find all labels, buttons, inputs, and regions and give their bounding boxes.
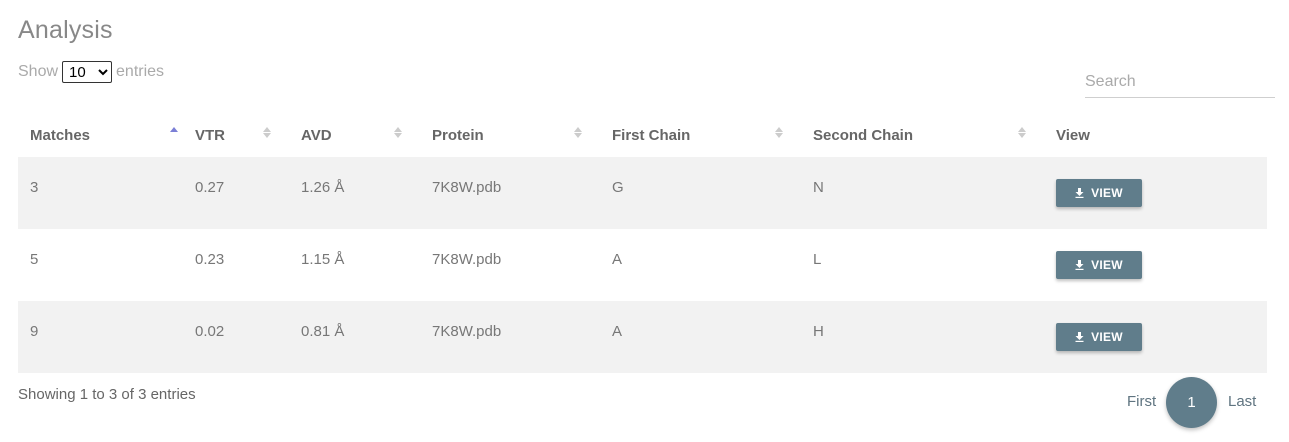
column-label: Protein bbox=[432, 127, 484, 144]
cell-view: VIEW bbox=[1044, 301, 1267, 373]
cell-matches: 5 bbox=[30, 251, 39, 268]
cell-second-chain: H bbox=[813, 323, 824, 340]
column-header-vtr[interactable]: VTR bbox=[183, 114, 289, 157]
search-input[interactable] bbox=[1085, 66, 1275, 98]
column-label: AVD bbox=[301, 127, 332, 144]
column-label: VTR bbox=[195, 127, 225, 144]
sort-arrows-icon bbox=[1018, 127, 1026, 138]
cell-protein: 7K8W.pdb bbox=[432, 251, 502, 268]
entries-label: entries bbox=[116, 63, 165, 80]
cell-vtr: 0.23 bbox=[195, 251, 225, 268]
pagination-page-1[interactable]: 1 bbox=[1166, 377, 1217, 428]
column-header-view: View bbox=[1056, 127, 1090, 144]
view-button-label: VIEW bbox=[1091, 330, 1123, 344]
cell-avd: 0.81 Å bbox=[301, 323, 345, 340]
cell-second-chain: N bbox=[813, 179, 824, 196]
cell-avd: 1.15 Å bbox=[301, 251, 345, 268]
entries-per-page-select[interactable]: 10 bbox=[62, 61, 113, 83]
cell-protein: 7K8W.pdb bbox=[432, 323, 502, 340]
cell-first-chain: A bbox=[612, 323, 623, 340]
page-title: Analysis bbox=[18, 16, 113, 44]
pagination-last-link[interactable]: Last bbox=[1228, 393, 1256, 410]
cell-view: VIEW bbox=[1044, 229, 1267, 301]
cell-first-chain: A bbox=[612, 251, 623, 268]
table-info: Showing 1 to 3 of 3 entries bbox=[18, 386, 196, 403]
table-row: 3 0.27 1.26 Å 7K8W.pdb G N VIEW bbox=[18, 157, 1267, 229]
sort-arrows-icon bbox=[170, 127, 178, 138]
cell-vtr: 0.27 bbox=[195, 179, 225, 196]
column-header-second-chain[interactable]: Second Chain bbox=[801, 114, 1044, 157]
table-header-row: Matches VTR AVD Protein First Chain Seco… bbox=[18, 114, 1267, 157]
column-label: Second Chain bbox=[813, 127, 914, 144]
download-icon bbox=[1075, 260, 1084, 270]
cell-first-chain: G bbox=[612, 179, 624, 196]
table-row: 9 0.02 0.81 Å 7K8W.pdb A H VIEW bbox=[18, 301, 1267, 373]
cell-protein: 7K8W.pdb bbox=[432, 179, 502, 196]
sort-arrows-icon bbox=[775, 127, 783, 138]
view-button[interactable]: VIEW bbox=[1056, 179, 1142, 207]
sort-arrows-icon bbox=[574, 127, 582, 138]
cell-second-chain: L bbox=[813, 251, 822, 268]
view-button-label: VIEW bbox=[1091, 186, 1123, 200]
cell-matches: 3 bbox=[30, 179, 39, 196]
cell-view: VIEW bbox=[1044, 157, 1267, 229]
analysis-table: Matches VTR AVD Protein First Chain Seco… bbox=[18, 114, 1267, 373]
cell-avd: 1.26 Å bbox=[301, 179, 345, 196]
column-header-first-chain[interactable]: First Chain bbox=[600, 114, 801, 157]
column-label: First Chain bbox=[612, 127, 691, 144]
download-icon bbox=[1075, 332, 1084, 342]
entries-length-control: Show 10 entries bbox=[18, 61, 164, 83]
cell-matches: 9 bbox=[30, 323, 39, 340]
column-label: Matches bbox=[30, 127, 91, 144]
cell-vtr: 0.02 bbox=[195, 323, 225, 340]
view-button[interactable]: VIEW bbox=[1056, 251, 1142, 279]
show-label: Show bbox=[18, 63, 59, 80]
table-row: 5 0.23 1.15 Å 7K8W.pdb A L VIEW bbox=[18, 229, 1267, 301]
sort-arrows-icon bbox=[263, 127, 271, 138]
pagination-first-link[interactable]: First bbox=[1127, 393, 1156, 410]
column-header-matches[interactable]: Matches bbox=[18, 114, 183, 157]
view-button[interactable]: VIEW bbox=[1056, 323, 1142, 351]
download-icon bbox=[1075, 188, 1084, 198]
column-header-protein[interactable]: Protein bbox=[420, 114, 600, 157]
sort-arrows-icon bbox=[394, 127, 402, 138]
column-header-avd[interactable]: AVD bbox=[289, 114, 420, 157]
view-button-label: VIEW bbox=[1091, 258, 1123, 272]
